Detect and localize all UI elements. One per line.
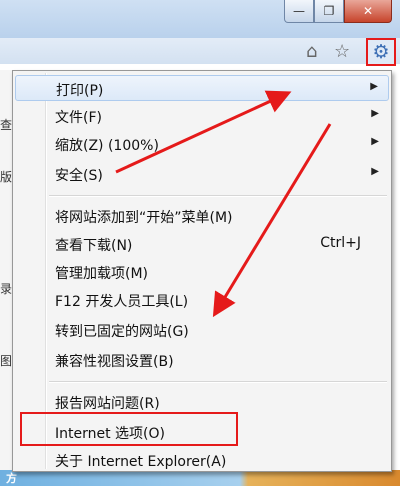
menu-item-file[interactable]: 文件(F) ▶: [15, 103, 389, 129]
menu-separator: [49, 195, 387, 197]
submenu-arrow-icon: ▶: [371, 108, 379, 119]
bg-fragment: 版: [0, 170, 13, 184]
home-icon[interactable]: ⌂: [306, 41, 317, 62]
menu-item-label: 缩放(Z) (100%): [55, 138, 159, 154]
menu-item-safety[interactable]: 安全(S) ▶: [15, 161, 389, 187]
window-controls: — ❐ ✕: [284, 0, 392, 23]
gear-icon: ⚙: [372, 41, 390, 63]
menu-item-zoom[interactable]: 缩放(Z) (100%) ▶: [15, 131, 389, 157]
menu-item-print[interactable]: 打印(P) ▶: [15, 75, 389, 101]
menu-separator: [49, 381, 387, 383]
close-button[interactable]: ✕: [344, 0, 392, 23]
annotation-highlight-box: [20, 412, 238, 446]
submenu-arrow-icon: ▶: [371, 136, 379, 147]
minimize-button[interactable]: —: [284, 0, 314, 23]
bg-fragment: 录: [0, 282, 13, 296]
menu-item-label: 报告网站问题(R): [55, 396, 160, 412]
menu-item-label: 将网站添加到“开始”菜单(M): [55, 210, 233, 226]
submenu-arrow-icon: ▶: [371, 166, 379, 177]
menu-item-label: F12 开发人员工具(L): [55, 294, 189, 310]
menu-item-label: 打印(P): [56, 83, 104, 99]
menu-item-add-to-start[interactable]: 将网站添加到“开始”菜单(M): [15, 203, 389, 229]
menu-item-shortcut: Ctrl+J: [320, 235, 361, 251]
submenu-arrow-icon: ▶: [370, 81, 378, 92]
bg-fragment: 图: [0, 354, 13, 368]
menu-item-label: 转到已固定的网站(G): [55, 324, 189, 340]
tools-gear-button[interactable]: ⚙: [366, 38, 396, 66]
bg-fragment: 查: [0, 118, 13, 132]
menu-item-view-downloads[interactable]: 查看下载(N) Ctrl+J: [15, 231, 389, 257]
menu-item-label: 管理加载项(M): [55, 266, 149, 282]
menu-item-about-ie[interactable]: 关于 Internet Explorer(A): [15, 447, 389, 473]
menu-item-pinned-sites[interactable]: 转到已固定的网站(G): [15, 317, 389, 343]
menu-item-label: 查看下载(N): [55, 238, 133, 254]
menu-item-f12-tools[interactable]: F12 开发人员工具(L): [15, 287, 389, 313]
menu-item-manage-addons[interactable]: 管理加载项(M): [15, 259, 389, 285]
menu-item-label: 关于 Internet Explorer(A): [55, 454, 227, 470]
maximize-button[interactable]: ❐: [314, 0, 344, 23]
menu-item-label: 兼容性视图设置(B): [55, 354, 174, 370]
menu-item-label: 安全(S): [55, 168, 103, 184]
star-icon[interactable]: ☆: [334, 41, 350, 62]
menu-item-compat-view[interactable]: 兼容性视图设置(B): [15, 347, 389, 373]
menu-item-label: 文件(F): [55, 110, 102, 126]
